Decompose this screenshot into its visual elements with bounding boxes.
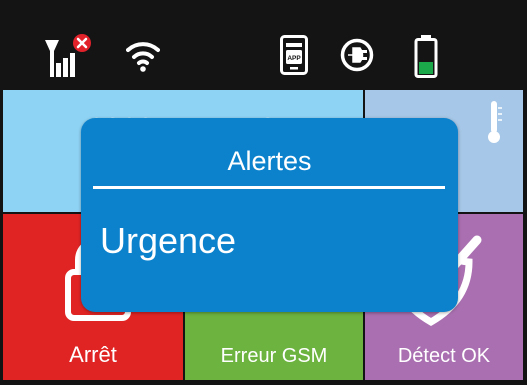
gsm-label: Erreur GSM xyxy=(220,345,328,367)
alert-dialog[interactable]: Alertes Urgence xyxy=(81,118,458,312)
power-plug-icon xyxy=(340,38,374,77)
wifi-icon xyxy=(126,38,160,77)
app-icon: APP xyxy=(280,35,308,80)
thermometer-icon xyxy=(483,98,505,151)
dialog-message: Urgence xyxy=(100,220,237,261)
status-bar: APP xyxy=(0,0,527,90)
dialog-title: Alertes xyxy=(227,146,312,176)
battery-icon xyxy=(414,34,438,83)
detect-label: Détect OK xyxy=(397,345,491,367)
alarm-panel-screen: APP 2020 - 11 - 10 xyxy=(0,0,527,385)
arret-label: Arrêt xyxy=(69,342,117,367)
svg-text:APP: APP xyxy=(287,55,301,62)
dialog-divider xyxy=(93,186,445,189)
signal-off-icon xyxy=(44,33,104,84)
